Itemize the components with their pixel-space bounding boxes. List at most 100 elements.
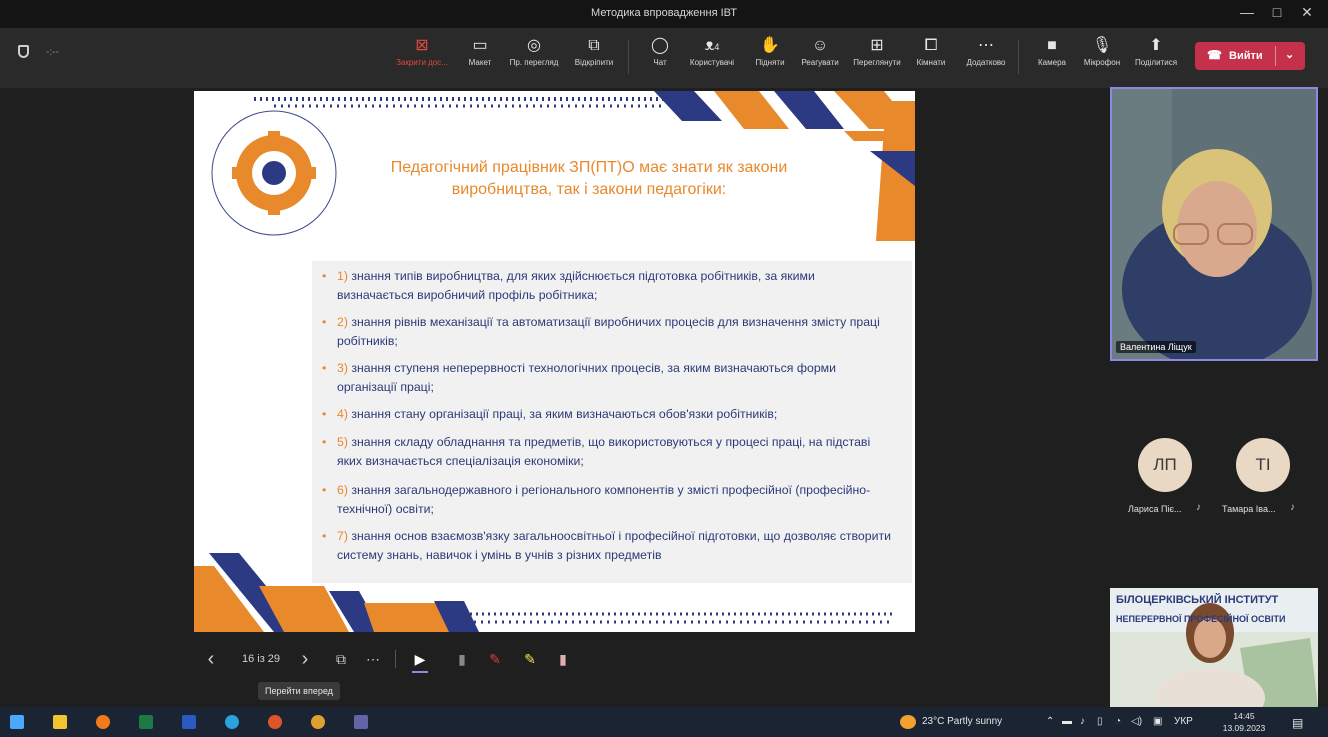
active-tool-indicator bbox=[412, 671, 428, 673]
preview-icon: ◎ bbox=[527, 37, 541, 54]
share-button[interactable]: ⬆ Поділитися bbox=[1128, 34, 1184, 80]
people-icon: ᴥ4 bbox=[704, 37, 720, 54]
slides-grid-icon[interactable]: ⧉ bbox=[331, 644, 351, 674]
taskbar-clock[interactable]: 14:45 13.09.2023 bbox=[1222, 710, 1266, 734]
view-icon: ⊞ bbox=[870, 37, 884, 54]
microphone-button[interactable]: 🎙 Мікрофон bbox=[1074, 34, 1130, 80]
participant-avatar-ti[interactable]: ТІ bbox=[1236, 438, 1290, 492]
tray-keyboard-icon[interactable]: ▣ bbox=[1153, 716, 1162, 727]
more-options-icon[interactable]: ⋯ bbox=[363, 644, 383, 674]
more-button[interactable]: ⋯ Додатково bbox=[958, 34, 1014, 80]
speaker-name: Валентина Ліщук bbox=[1116, 341, 1196, 353]
chrome-icon[interactable] bbox=[311, 715, 325, 729]
leave-button[interactable]: ☎ Вийти ⌄ bbox=[1195, 42, 1305, 70]
weather-icon bbox=[900, 715, 916, 729]
slide-title: Педагогічний працівник ЗП(ПТ)О має знати… bbox=[390, 159, 788, 198]
institution-gear-logo bbox=[211, 110, 337, 236]
eraser-icon[interactable]: ▮ bbox=[452, 644, 472, 674]
slide-bullet-2: • 2) знання рівнів механізації та автомат… bbox=[322, 315, 880, 348]
view-button[interactable]: ⊞ Переглянути bbox=[849, 34, 905, 80]
tray-chevron-icon[interactable]: ⌃ bbox=[1046, 716, 1054, 727]
share-icon: ⬆ bbox=[1149, 37, 1163, 54]
layout-icon: ▭ bbox=[472, 37, 488, 54]
title-bar: Методика впровадження ІВТ — □ ✕ bbox=[0, 0, 1328, 28]
camera-icon: ■ bbox=[1047, 37, 1057, 54]
maximize-button[interactable]: □ bbox=[1266, 4, 1288, 20]
highlighter-icon[interactable]: ✎ bbox=[520, 644, 540, 674]
camera-button[interactable]: ■ Камера bbox=[1024, 34, 1080, 80]
presenter-video-tile[interactable]: БІЛОЦЕРКІВСЬКИЙ ІНСТИТУТ НЕПЕРЕРВНОЇ ПРО… bbox=[1110, 588, 1318, 707]
slide-bullet-3: • 3) знання ступеня неперервності техноло… bbox=[322, 361, 836, 394]
react-button[interactable]: ☺ Реагувати bbox=[792, 34, 848, 80]
powerpoint-icon[interactable] bbox=[268, 715, 282, 729]
react-icon: ☺ bbox=[811, 37, 829, 54]
more-icon: ⋯ bbox=[978, 37, 994, 54]
slidebar-divider bbox=[395, 650, 396, 668]
meeting-toolbar: -:-- ⊠ Закрити дос... ▭ Макет ◎ Пр. пере… bbox=[0, 28, 1328, 88]
people-button[interactable]: ᴥ4 Користувачі bbox=[684, 34, 740, 80]
language-indicator[interactable]: УКР bbox=[1174, 716, 1193, 727]
chat-button[interactable]: ◯ Чат bbox=[632, 34, 688, 80]
start-icon[interactable] bbox=[10, 715, 24, 729]
people-count: 4 bbox=[714, 42, 720, 52]
raise-hand-button[interactable]: ✋ Підняти bbox=[742, 34, 798, 80]
minimize-button[interactable]: — bbox=[1236, 4, 1258, 20]
slide-counter: 16 із 29 bbox=[241, 653, 281, 665]
unpin-icon: ⧉ bbox=[588, 37, 600, 54]
slide-bullet-1: • 1) знання типів виробництва, для яких з… bbox=[322, 269, 815, 302]
windows-taskbar: 23°C Partly sunny ⌃ ▬ ♪ ▯ ◔ ◁) ▣ УКР 14:… bbox=[0, 707, 1328, 737]
clock-time: 14:45 bbox=[1233, 711, 1255, 721]
slide-bullet-4: • 4) знання стану організації праці, за я… bbox=[322, 407, 778, 421]
pointer-icon[interactable]: ▶ bbox=[410, 644, 430, 674]
speaker-video-tile[interactable]: Валентина Ліщук bbox=[1110, 87, 1318, 361]
weather-text[interactable]: 23°C Partly sunny bbox=[922, 716, 1002, 727]
institute-banner-line2: НЕПЕРЕРВНОЇ ПРОФЕСІЙНОЇ ОСВІТИ bbox=[1116, 614, 1286, 624]
institute-banner-line1: БІЛОЦЕРКІВСЬКИЙ ІНСТИТУТ bbox=[1116, 594, 1279, 606]
excel-icon[interactable] bbox=[139, 715, 153, 729]
speaker-video bbox=[1112, 89, 1316, 359]
slide-bullet-5: • 5) знання складу обладнання та предметі… bbox=[322, 435, 871, 468]
leave-label: Вийти bbox=[1229, 50, 1263, 62]
participant-name-ti: Тамара Іва... bbox=[1222, 504, 1276, 514]
shared-slide: Педагогічний працівник ЗП(ПТ)О має знати… bbox=[194, 91, 915, 632]
window-title: Методика впровадження ІВТ bbox=[591, 7, 737, 19]
leave-divider bbox=[1275, 46, 1276, 66]
tray-app-icon[interactable]: ▬ bbox=[1062, 716, 1072, 727]
mic-off-icon: ♪ bbox=[1290, 502, 1295, 513]
phone-hangup-icon: ☎ bbox=[1207, 48, 1222, 62]
tray-mic-icon[interactable]: ♪ bbox=[1080, 716, 1085, 727]
toolbar-divider bbox=[628, 40, 629, 74]
teams-meeting-window: Методика впровадження ІВТ — □ ✕ -:-- ⊠ З… bbox=[0, 0, 1328, 737]
microphone-icon: 🎙 bbox=[1091, 37, 1113, 54]
chevron-down-icon[interactable]: ⌄ bbox=[1285, 48, 1294, 61]
tray-volume-icon[interactable]: ◁) bbox=[1131, 716, 1142, 727]
close-share-icon: ⊠ bbox=[415, 37, 429, 54]
word-icon[interactable] bbox=[182, 715, 196, 729]
close-button[interactable]: ✕ bbox=[1296, 4, 1318, 21]
clock-date: 13.09.2023 bbox=[1222, 723, 1266, 733]
tray-battery-icon[interactable]: ▯ bbox=[1097, 716, 1103, 727]
toolbar-divider bbox=[1018, 40, 1019, 74]
stop-sharing-button[interactable]: ⊠ Закрити дос... bbox=[394, 34, 450, 80]
next-slide-button[interactable]: › bbox=[295, 644, 315, 674]
telegram-icon[interactable] bbox=[225, 715, 239, 729]
file-explorer-icon[interactable] bbox=[53, 715, 67, 729]
teams-icon[interactable] bbox=[354, 715, 368, 729]
meeting-timer: -:-- bbox=[46, 47, 59, 58]
firefox-icon[interactable] bbox=[96, 715, 110, 729]
mic-off-icon: ♪ bbox=[1196, 502, 1201, 513]
participant-avatar-lp[interactable]: ЛП bbox=[1138, 438, 1192, 492]
prev-slide-button[interactable]: ‹ bbox=[201, 644, 221, 674]
rooms-button[interactable]: ⧠ Кімнати bbox=[903, 34, 959, 80]
notification-icon[interactable]: ▤ bbox=[1292, 716, 1303, 730]
slide-bullet-6: • 6) знання загальнодержавного і регіонал… bbox=[322, 483, 871, 516]
chat-icon: ◯ bbox=[651, 37, 669, 54]
rooms-icon: ⧠ bbox=[924, 37, 938, 54]
layout-button[interactable]: ▭ Макет bbox=[452, 34, 508, 80]
tray-wifi-icon[interactable]: ◔ bbox=[1115, 716, 1121, 727]
slide-bullet-7: • 7) знання основ взаємозв'язку загальноо… bbox=[322, 529, 891, 562]
red-pen-icon[interactable]: ✎ bbox=[485, 644, 505, 674]
clear-ink-icon[interactable]: ▮ bbox=[553, 644, 573, 674]
unpin-button[interactable]: ⧉ Відкріпити bbox=[566, 34, 622, 80]
preview-button[interactable]: ◎ Пр. перегляд bbox=[506, 34, 562, 80]
